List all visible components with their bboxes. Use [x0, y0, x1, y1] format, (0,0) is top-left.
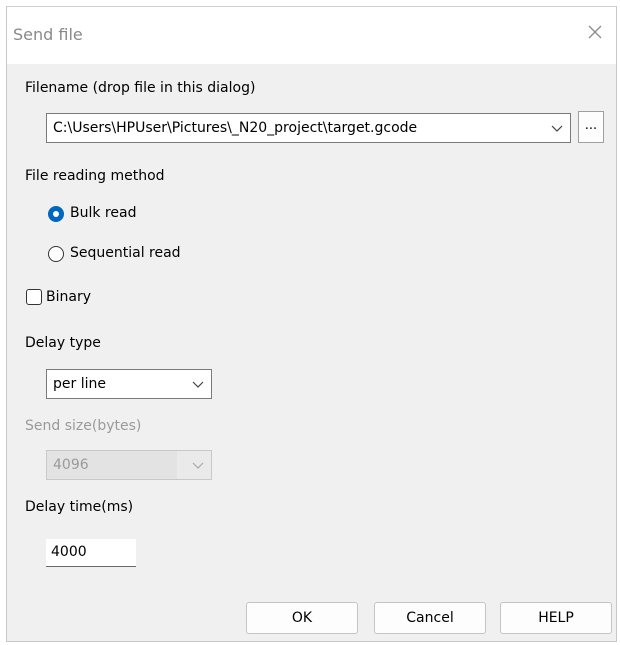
delay-type-label: Delay type [25, 335, 101, 351]
send-size-value: 4096 [53, 457, 89, 473]
dialog-title: Send file [13, 25, 83, 44]
send-size-select: 4096 [46, 450, 212, 480]
sequential-read-radio[interactable] [48, 246, 64, 262]
bulk-read-label: Bulk read [70, 205, 137, 221]
title-bar: Send file [7, 6, 616, 64]
bulk-read-radio[interactable] [48, 206, 64, 222]
filename-value: C:\Users\HPUser\Pictures\_N20_project\ta… [53, 120, 418, 136]
filename-label: Filename (drop file in this dialog) [25, 80, 256, 96]
close-icon [588, 25, 602, 39]
ok-button[interactable]: OK [246, 602, 358, 634]
help-button[interactable]: HELP [500, 602, 612, 634]
browse-button[interactable]: ... [578, 111, 604, 143]
chevron-down-icon [551, 125, 563, 132]
send-size-label: Send size(bytes) [25, 418, 142, 434]
binary-checkbox[interactable] [26, 289, 42, 305]
sequential-read-label: Sequential read [70, 245, 181, 261]
delay-time-input[interactable]: 4000 [46, 539, 136, 567]
delay-time-value: 4000 [51, 544, 87, 560]
close-button[interactable] [582, 19, 608, 45]
filename-combobox[interactable]: C:\Users\HPUser\Pictures\_N20_project\ta… [46, 113, 571, 143]
chevron-down-icon [192, 381, 204, 388]
cancel-button[interactable]: Cancel [374, 602, 486, 634]
delay-type-value: per line [53, 376, 106, 392]
delay-type-select[interactable]: per line [46, 369, 212, 399]
reading-method-label: File reading method [25, 168, 165, 184]
binary-label: Binary [46, 289, 91, 305]
chevron-down-icon [192, 462, 204, 469]
delay-time-label: Delay time(ms) [25, 499, 134, 515]
